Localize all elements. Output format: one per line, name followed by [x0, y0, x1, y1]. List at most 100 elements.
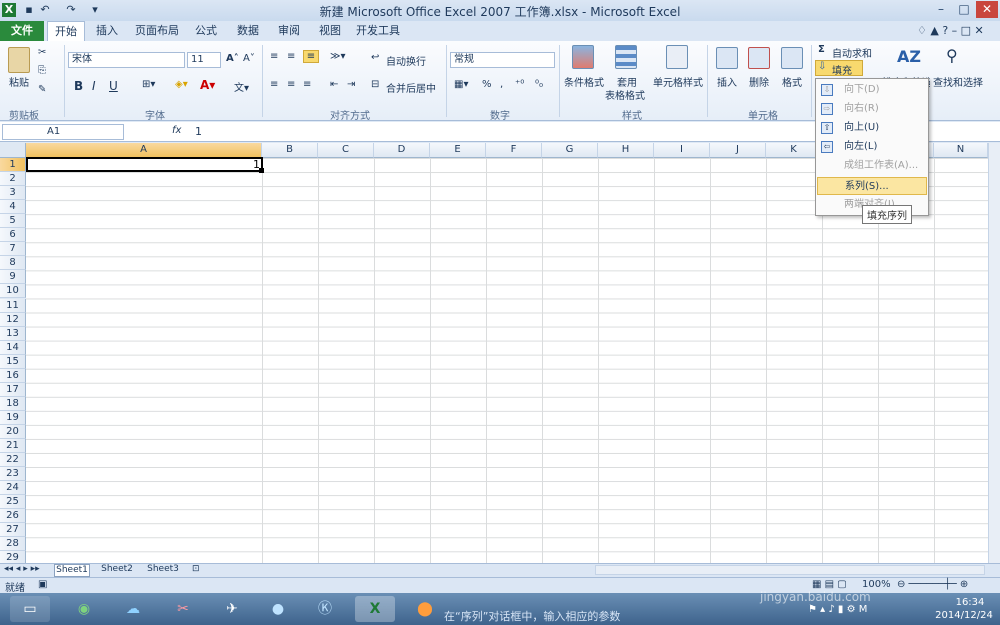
column-header[interactable]: G	[542, 143, 598, 158]
row-header[interactable]: 8	[0, 256, 26, 271]
minimize-icon[interactable]: –	[930, 1, 952, 18]
delete-cells-icon[interactable]	[748, 47, 770, 69]
sheet-tab-3[interactable]: Sheet3	[144, 564, 182, 574]
format-cells-icon[interactable]	[781, 47, 803, 69]
row-header[interactable]: 7	[0, 242, 26, 257]
vertical-scrollbar[interactable]	[988, 143, 1000, 563]
row-header[interactable]: 18	[0, 396, 26, 411]
clock-time[interactable]: 16:34	[945, 597, 995, 608]
sheet-tab-1[interactable]: Sheet1	[54, 564, 90, 577]
fill-color-icon[interactable]: ◈▾	[175, 79, 188, 90]
row-header[interactable]: 10	[0, 284, 26, 299]
underline-button[interactable]: U	[109, 79, 118, 93]
row-header[interactable]: 11	[0, 298, 26, 313]
row-header[interactable]: 3	[0, 186, 26, 201]
tab-developer[interactable]: 开发工具	[352, 21, 404, 41]
merge-icon[interactable]: ⊟	[371, 79, 379, 90]
insert-function-icon[interactable]: fx	[172, 125, 181, 136]
excel-taskbar-icon[interactable]: X	[355, 596, 395, 622]
accounting-icon[interactable]: ▦▾	[454, 79, 468, 90]
column-header[interactable]: E	[430, 143, 486, 158]
zoom-slider[interactable]: ⊖ ──────┼─ ⊕	[897, 579, 968, 590]
align-right-icon[interactable]: ≡	[303, 79, 311, 90]
shrink-font-icon[interactable]: A˅	[243, 53, 255, 64]
row-header[interactable]: 26	[0, 509, 26, 524]
row-header[interactable]: 14	[0, 340, 26, 355]
app-circle-icon[interactable]: ●	[258, 596, 298, 622]
row-header[interactable]: 15	[0, 354, 26, 369]
row-header[interactable]: 23	[0, 467, 26, 482]
tab-home[interactable]: 开始	[47, 21, 85, 41]
browser-icon[interactable]: ◉	[64, 596, 104, 622]
system-tray-icons[interactable]: ⚑ ▴ ♪ ▮ ⚙ M	[808, 604, 867, 615]
format-as-table-icon[interactable]	[615, 45, 637, 69]
row-header[interactable]: 22	[0, 453, 26, 468]
cut-icon[interactable]: ✂	[38, 47, 46, 58]
horizontal-scrollbar[interactable]	[595, 565, 985, 575]
view-buttons[interactable]: ▦ ▤ ▢	[812, 579, 847, 590]
find-select-icon[interactable]: ⚲	[946, 46, 958, 65]
phonetic-icon[interactable]: 文▾	[234, 79, 249, 94]
help-icons[interactable]: ♢ ▲ ? – □ ✕	[917, 24, 984, 37]
file-explorer-icon[interactable]: ▭	[10, 596, 50, 622]
maximize-icon[interactable]: □	[953, 1, 975, 18]
fill-menu-item[interactable]: ⇧ 向上(U)	[817, 119, 927, 137]
insert-cells-button[interactable]: 插入	[712, 74, 742, 89]
column-header[interactable]: B	[262, 143, 318, 158]
bold-button[interactable]: B	[74, 79, 83, 93]
autosum-button[interactable]: 自动求和	[832, 45, 872, 60]
row-header[interactable]: 17	[0, 382, 26, 397]
wrap-text-icon[interactable]: ↩	[371, 52, 379, 63]
percent-button[interactable]: %	[482, 79, 492, 90]
row-header[interactable]: 19	[0, 410, 26, 425]
column-header[interactable]: I	[654, 143, 710, 158]
row-header[interactable]: 24	[0, 481, 26, 496]
merge-center-button[interactable]: 合并后居中	[386, 80, 436, 95]
decrease-decimal-icon[interactable]: ⁰₀	[535, 79, 543, 90]
find-select-button[interactable]: 查找和选择	[932, 74, 984, 89]
tab-formulas[interactable]: 公式	[188, 21, 224, 41]
row-header[interactable]: 21	[0, 439, 26, 453]
wrap-text-button[interactable]: 自动换行	[386, 53, 426, 68]
app-bird-icon[interactable]: ✈	[212, 596, 252, 622]
tab-view[interactable]: 视图	[312, 21, 348, 41]
cell-styles-icon[interactable]	[666, 45, 688, 69]
align-bottom-icon[interactable]: ≡	[303, 50, 319, 63]
align-center-icon[interactable]: ≡	[287, 79, 295, 90]
baidu-cloud-icon[interactable]: ☁	[113, 596, 153, 622]
border-icon[interactable]: ⊞▾	[142, 79, 155, 90]
autosum-icon[interactable]: Σ	[818, 44, 825, 55]
clock-date[interactable]: 2014/12/24	[930, 610, 998, 621]
row-header[interactable]: 1	[0, 158, 26, 172]
increase-decimal-icon[interactable]: ⁺⁰	[515, 79, 524, 90]
macro-record-icon[interactable]: ▣	[38, 579, 47, 590]
increase-indent-icon[interactable]: ⇥	[347, 79, 355, 90]
fill-icon[interactable]: ⇩	[818, 61, 826, 72]
name-box[interactable]: A1	[2, 124, 124, 140]
column-header[interactable]: D	[374, 143, 430, 158]
insert-cells-icon[interactable]	[716, 47, 738, 69]
row-header[interactable]: 25	[0, 495, 26, 510]
zoom-level[interactable]: 100%	[862, 579, 891, 590]
close-icon[interactable]: ✕	[976, 1, 998, 18]
row-header[interactable]: 4	[0, 200, 26, 215]
italic-button[interactable]: I	[92, 79, 96, 93]
comma-button[interactable]: ,	[500, 79, 503, 90]
number-format-combo[interactable]: 常规	[450, 52, 555, 68]
tab-data[interactable]: 数据	[230, 21, 266, 41]
grow-font-icon[interactable]: A˄	[226, 53, 239, 64]
row-header[interactable]: 28	[0, 537, 26, 552]
sort-filter-icon[interactable]: AZ	[897, 47, 921, 66]
conditional-format-button[interactable]: 条件格式	[562, 74, 606, 89]
fill-menu-item[interactable]: ⇩ 向下(D)	[817, 81, 927, 99]
row-header[interactable]: 20	[0, 424, 26, 439]
column-header[interactable]: N	[934, 143, 988, 158]
fill-button[interactable]: 填充	[832, 62, 852, 77]
formula-input[interactable]: 1	[195, 125, 202, 138]
row-header[interactable]: 16	[0, 368, 26, 383]
align-middle-icon[interactable]: ≡	[287, 51, 295, 62]
row-header[interactable]: 2	[0, 172, 26, 187]
tab-page-layout[interactable]: 页面布局	[131, 21, 183, 41]
decrease-indent-icon[interactable]: ⇤	[330, 79, 338, 90]
cell-grid[interactable]	[26, 158, 988, 563]
